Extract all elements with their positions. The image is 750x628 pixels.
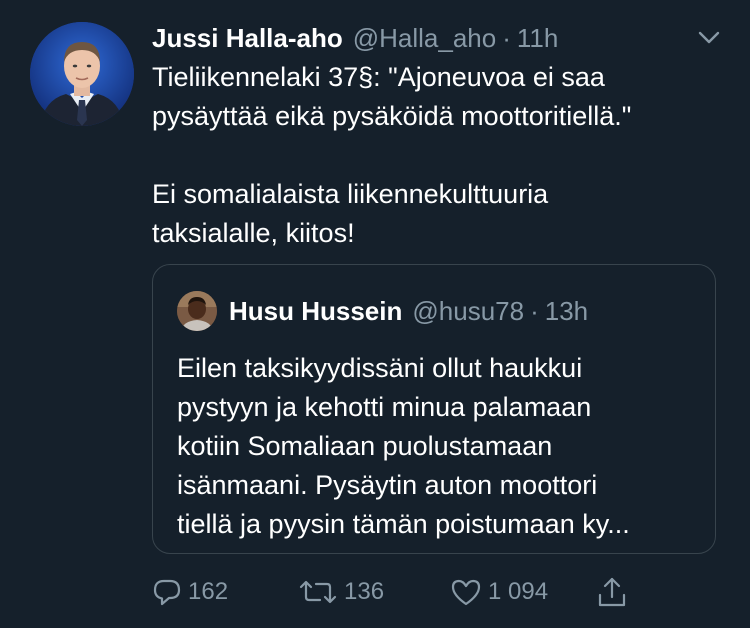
tweet-text-line: Tieliikennelaki 37§: "Ajoneuvoa ei saa: [152, 62, 605, 92]
tweet[interactable]: Jussi Halla-aho @Halla_aho · 11h Tieliik…: [0, 0, 750, 628]
reply-count: 162: [188, 578, 229, 605]
quoted-tweet-card[interactable]: Husu Hussein @husu78 · 13h Eilen taksiky…: [152, 264, 716, 554]
tweet-text-line: Ei somalialaista liikennekulttuuria: [152, 179, 549, 209]
retweet-button[interactable]: 136: [298, 570, 384, 614]
tweet-header: Jussi Halla-aho @Halla_aho · 11h: [152, 18, 558, 58]
separator-dot: ·: [530, 296, 539, 326]
tweet-text-line: pysäyttää eikä pysäköidä moottoritiellä.…: [152, 101, 632, 131]
quoted-tweet-text: Eilen taksikyydissäni ollut haukkui pyst…: [177, 349, 697, 544]
share-upload-icon: [598, 577, 626, 607]
speech-bubble-icon: [153, 579, 181, 606]
tweet-actions: 162 136 1 094: [152, 570, 652, 614]
like-button[interactable]: 1 094: [450, 570, 548, 614]
tweet-text: Tieliikennelaki 37§: "Ajoneuvoa ei saa p…: [152, 58, 732, 253]
quoted-text-line: Eilen taksikyydissäni ollut haukkui: [177, 353, 583, 383]
quoted-text-line: kotiin Somaliaan puolustamaan: [177, 431, 553, 461]
quoted-author-avatar-image: [177, 291, 217, 331]
heart-icon: [451, 579, 481, 606]
chevron-down-icon[interactable]: [696, 24, 722, 50]
quoted-tweet-header: Husu Hussein @husu78 · 13h: [229, 291, 588, 331]
retweet-arrows-icon: [299, 580, 337, 604]
quoted-author-name: Husu Hussein: [229, 296, 403, 326]
quoted-text-line: pystyyn ja kehotti minua palamaan: [177, 392, 592, 422]
author-handle[interactable]: @Halla_aho: [353, 18, 496, 58]
quoted-tweet-time: 13h: [544, 296, 589, 326]
retweet-count: 136: [344, 578, 385, 605]
author-avatar[interactable]: [30, 22, 134, 126]
quoted-author-handle: @husu78: [412, 296, 525, 326]
author-name[interactable]: Jussi Halla-aho: [152, 18, 343, 58]
separator-dot: ·: [502, 23, 511, 53]
quoted-text-line: isänmaani. Pysäytin auton moottori: [177, 470, 598, 500]
tweet-text-line: taksialalle, kiitos!: [152, 218, 355, 248]
quoted-author-avatar: [177, 291, 217, 331]
share-button[interactable]: [596, 570, 628, 614]
author-avatar-image: [30, 22, 134, 126]
like-count: 1 094: [488, 578, 549, 605]
reply-button[interactable]: 162: [152, 570, 228, 614]
quoted-text-line: tiellä ja pyysin tämän poistumaan ky...: [177, 509, 630, 539]
tweet-time[interactable]: 11h: [517, 18, 558, 58]
